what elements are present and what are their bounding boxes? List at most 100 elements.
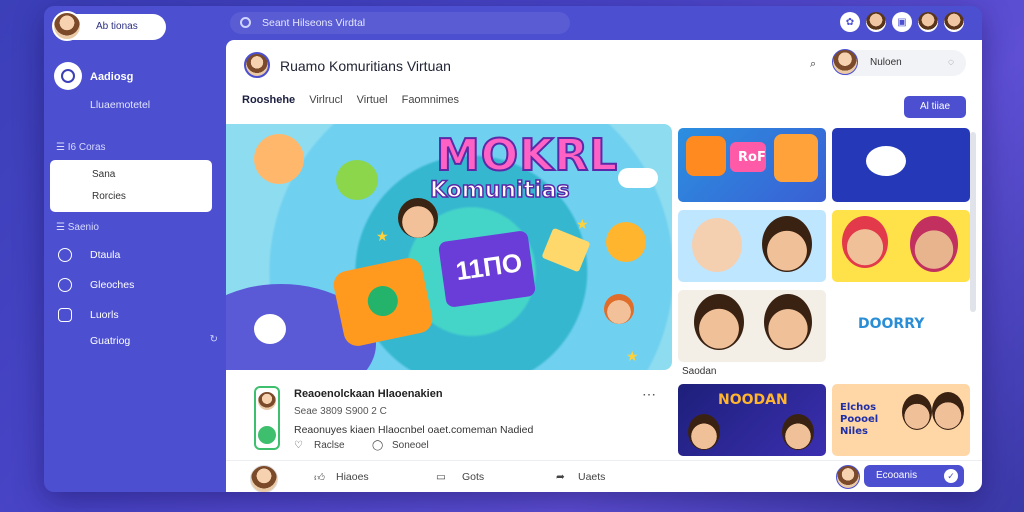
more-options-icon[interactable]: ⋯	[642, 386, 656, 403]
avatar[interactable]	[250, 465, 278, 492]
hero-logo-subtitle: Komunitias	[429, 177, 570, 204]
page-title: Ruamo Komuritians Virtuan	[280, 58, 451, 74]
section-header[interactable]: Saenio	[56, 222, 99, 233]
comment-icon[interactable]: ▭	[436, 471, 446, 483]
sidebar-item-label: Guatriog	[90, 335, 131, 347]
post-author[interactable]: Reaoenolckaan Hlaoenakien	[294, 388, 443, 400]
tab-virtuel[interactable]: Virtuel	[357, 94, 388, 106]
tab-bar: Rooshehe Virlrucl Virtuel Faomnimes	[242, 94, 459, 106]
child-photo	[902, 394, 932, 430]
character-illustration	[866, 146, 906, 176]
sidebar-item-dtaula[interactable]: Dtaula	[58, 246, 218, 266]
avatar[interactable]	[836, 465, 860, 489]
child-photo	[694, 294, 744, 350]
comments-label[interactable]: Gots	[462, 471, 484, 483]
hero-banner[interactable]: MOKRL Komunitias 11ΠΟ ★ ★ ★	[226, 124, 672, 370]
search-input[interactable]: Seant Hilseons Virdtal	[230, 12, 570, 34]
avatar[interactable]	[918, 12, 938, 32]
section-header[interactable]: I6 Coras	[56, 142, 106, 153]
ghost-illustration	[254, 314, 286, 344]
action-button[interactable]: Al tiiae	[904, 96, 966, 118]
child-photo	[782, 414, 814, 450]
avatar-group-icon[interactable]	[866, 12, 886, 32]
submenu-card: Sana Rorcies	[50, 160, 212, 212]
scrollbar[interactable]	[970, 132, 976, 312]
likes-label[interactable]: Hiaoes	[336, 471, 369, 483]
brand-logo-icon[interactable]	[54, 62, 82, 90]
child-photo	[688, 414, 720, 450]
sidebar-item-label: Luorls	[90, 309, 119, 321]
search-text: Seant Hilseons Virdtal	[262, 17, 366, 29]
lock-icon	[58, 308, 72, 322]
frog-illustration	[336, 160, 378, 200]
media-tile[interactable]	[832, 128, 970, 202]
child-photo	[842, 216, 888, 268]
media-tile[interactable]	[832, 210, 970, 282]
cloud-icon	[618, 168, 658, 188]
child-photo	[932, 392, 964, 430]
submenu-item[interactable]: Sana	[92, 169, 115, 180]
sidebar-item-gleoches[interactable]: Gleoches	[58, 276, 218, 296]
settings-icon[interactable]: ✿	[840, 12, 860, 32]
refresh-icon[interactable]: ↻	[210, 334, 218, 345]
grid-caption: Saodan	[682, 366, 717, 377]
bunny-illustration	[254, 134, 304, 184]
sidebar: Aadiosg Lluaemotetel I6 Coras Sana Rorci…	[44, 42, 226, 492]
share-label[interactable]: Uaets	[578, 471, 605, 483]
globe-icon	[58, 248, 72, 262]
media-grid: RoF DOORRY Saodan NOODAN Elchos Poooel N…	[678, 128, 974, 458]
app-window: Ab tionas Seant Hilseons Virdtal ✿ ▣ Aad…	[44, 6, 982, 492]
share-icon[interactable]: ➦	[556, 471, 565, 483]
media-tile[interactable]	[678, 210, 826, 282]
child-photo	[910, 216, 958, 272]
avatar[interactable]	[258, 392, 276, 410]
media-tile[interactable]	[678, 290, 826, 362]
tab-rooshehe[interactable]: Rooshehe	[242, 94, 295, 106]
tile-label: NOODAN	[718, 392, 788, 408]
child-photo	[692, 218, 742, 272]
avatar[interactable]	[244, 52, 270, 78]
submenu-item[interactable]: Rorcies	[92, 191, 126, 202]
sidebar-item-luorls[interactable]: Luorls	[58, 306, 218, 326]
user-pill[interactable]: Ab tionas	[52, 11, 166, 41]
avatar	[52, 11, 82, 41]
heart-icon[interactable]: ♡	[294, 440, 303, 451]
thumbs-up-icon[interactable]: 👍︎	[314, 471, 325, 484]
brand-title: Aadiosg	[90, 71, 134, 83]
check-icon	[258, 426, 276, 444]
post-body: Reaonuyes kiaen Hlaocnbel oaet.comeman N…	[294, 424, 534, 436]
main-panel: Ruamo Komuritians Virtuan ⌕ Nuloen ◌ Roo…	[226, 40, 982, 492]
media-tile[interactable]: NOODAN	[678, 384, 826, 456]
sun-illustration	[606, 222, 646, 262]
search-icon[interactable]: ⌕	[810, 58, 816, 71]
brand-subtitle: Lluaemotetel	[90, 99, 151, 111]
toy-illustration	[774, 134, 818, 182]
like-label[interactable]: Raclse	[314, 440, 345, 451]
profile-pill[interactable]: Nuloen ◌	[832, 49, 966, 76]
sidebar-item-guatriog[interactable]: Guatriog ↻	[58, 332, 218, 352]
avatar[interactable]	[944, 12, 964, 32]
search-icon	[240, 17, 251, 28]
bottom-bar: 👍︎ Hiaoes ▭ Gots ➦ Uaets Ecooanis	[226, 460, 982, 492]
cta-button[interactable]: Ecooanis	[864, 465, 964, 487]
top-bar: Ab tionas Seant Hilseons Virdtal ✿ ▣	[44, 6, 982, 42]
tab-faomnimes[interactable]: Faomnimes	[402, 94, 459, 106]
media-tile[interactable]: DOORRY	[832, 290, 970, 362]
avatar	[832, 49, 858, 75]
media-tile[interactable]: Elchos Poooel Niles	[832, 384, 970, 456]
post-avatar-frame	[254, 386, 280, 450]
hero-badge: 11ΠΟ	[437, 230, 537, 308]
hero-logo: MOKRL	[435, 129, 619, 182]
close-icon[interactable]: ◌	[948, 57, 954, 68]
comment-icon[interactable]: ◯	[372, 440, 383, 451]
notification-icon[interactable]: ▣	[892, 12, 912, 32]
profile-label: Nuloen	[870, 57, 902, 68]
user-label: Ab tionas	[96, 21, 138, 32]
tab-virlrucl[interactable]: Virlrucl	[309, 94, 342, 106]
comment-label[interactable]: Soneoel	[392, 440, 429, 451]
post-meta: Seae 3809 S900 2 C	[294, 406, 387, 417]
compass-icon	[58, 278, 72, 292]
child-photo	[762, 216, 812, 272]
media-tile[interactable]: RoF	[678, 128, 826, 202]
backpack-illustration	[331, 255, 435, 349]
